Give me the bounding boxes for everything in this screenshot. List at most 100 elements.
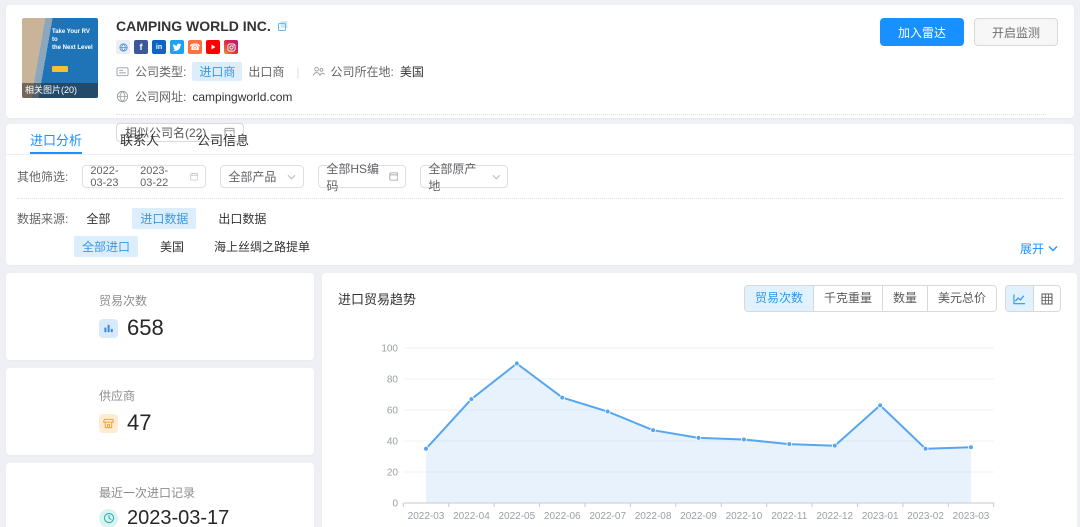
svg-text:0: 0 (392, 499, 398, 510)
clock-icon (99, 509, 118, 527)
header-divider (116, 114, 1046, 115)
hs-code-select[interactable]: 全部HS编码 (318, 165, 406, 188)
date-start: 2022-03-23 (90, 165, 134, 189)
window-icon (389, 171, 399, 182)
location-icon (312, 65, 325, 78)
import-trend-card: 进口贸易趋势 贸易次数 千克重量 数量 美元总价 (322, 273, 1077, 527)
svg-text:2022-06: 2022-06 (544, 511, 581, 522)
svg-text:2022-08: 2022-08 (635, 511, 672, 522)
expand-label: 展开 (1020, 240, 1044, 257)
table-view-button[interactable] (1033, 286, 1060, 311)
twitter-icon[interactable] (170, 40, 184, 54)
data-source-label: 数据来源: (17, 210, 68, 227)
tab-contacts[interactable]: 联系人 (120, 124, 159, 154)
analysis-panel: 进口分析 联系人 公司信息 其他筛选: 2022-03-23 2023-03-2… (6, 124, 1074, 265)
trade-count-card: 贸易次数 658 (6, 273, 314, 360)
svg-text:2023-03: 2023-03 (953, 511, 990, 522)
metric-quantity[interactable]: 数量 (882, 286, 927, 311)
svg-text:40: 40 (387, 437, 399, 448)
svg-text:2022-11: 2022-11 (771, 511, 807, 522)
supplier-count-value: 47 (127, 410, 151, 436)
svg-text:2022-12: 2022-12 (816, 511, 853, 522)
sub-maritime-silk-road[interactable]: 海上丝绸之路提单 (206, 236, 318, 257)
svg-text:100: 100 (381, 344, 398, 355)
last-import-value: 2023-03-17 (127, 507, 229, 527)
exporter-option[interactable]: 出口商 (248, 63, 284, 80)
data-source-import[interactable]: 进口数据 (132, 208, 196, 229)
data-source-subrow: 全部进口 美国 海上丝绸之路提单 (74, 236, 1063, 257)
chevron-down-icon (1048, 245, 1058, 252)
metric-toggle-group: 贸易次数 千克重量 数量 美元总价 (744, 285, 997, 312)
svg-text:2022-05: 2022-05 (498, 511, 535, 522)
date-end: 2023-03-22 (140, 165, 184, 189)
related-images-caption[interactable]: 相关图片(20) (22, 83, 98, 98)
company-type-label: 公司类型: (135, 63, 186, 80)
trade-count-value: 658 (127, 315, 164, 341)
metric-kg-weight[interactable]: 千克重量 (813, 286, 882, 311)
svg-text:2022-03: 2022-03 (408, 511, 445, 522)
trade-count-label: 贸易次数 (99, 292, 314, 309)
ad-line2: the Next Level (52, 45, 93, 51)
start-monitoring-button[interactable]: 开启监测 (974, 18, 1058, 46)
location-value: 美国 (400, 63, 424, 80)
instagram-icon[interactable] (224, 40, 238, 54)
chevron-down-icon (287, 174, 296, 180)
svg-text:2022-09: 2022-09 (680, 511, 717, 522)
copy-icon[interactable] (277, 20, 289, 32)
phone-icon[interactable]: ☎ (188, 40, 202, 54)
importer-badge[interactable]: 进口商 (192, 62, 242, 81)
company-name: CAMPING WORLD INC. (116, 18, 271, 34)
date-range-picker[interactable]: 2022-03-23 2023-03-22 (82, 165, 206, 188)
svg-text:2022-07: 2022-07 (589, 511, 626, 522)
location-label: 公司所在地: (331, 63, 394, 80)
youtube-icon[interactable] (206, 40, 220, 54)
website-label: 公司网址: (135, 88, 186, 105)
supplier-count-label: 供应商 (99, 387, 314, 404)
svg-text:80: 80 (387, 375, 399, 386)
expand-toggle[interactable]: 展开 (1020, 240, 1058, 257)
line-chart-view-button[interactable] (1006, 286, 1033, 311)
website-row: 公司网址: campingworld.com (116, 88, 1046, 105)
product-select-value: 全部产品 (228, 168, 276, 185)
company-meta-row: 公司类型: 进口商 出口商 | 公司所在地: 美国 (116, 62, 1046, 81)
data-source-export[interactable]: 出口数据 (210, 208, 274, 229)
view-toggle-group (1005, 285, 1061, 312)
data-source-section: 数据来源: 全部 进口数据 出口数据 全部进口 美国 海上丝绸之路提单 展开 (6, 208, 1074, 257)
website-value[interactable]: campingworld.com (192, 90, 292, 104)
ad-button-shape (52, 66, 68, 72)
svg-text:2022-04: 2022-04 (453, 511, 490, 522)
company-header-card: Take Your RV to the Next Level 相关图片(20) … (6, 5, 1074, 118)
hs-code-value: 全部HS编码 (326, 160, 382, 194)
stats-column: 贸易次数 658 供应商 47 最近一次进口记录 (6, 273, 314, 527)
import-trend-chart[interactable]: 0 20 40 60 80 100 2022-03 2022-04 2022-05 2022-06… (338, 322, 1061, 527)
svg-text:2022-10: 2022-10 (726, 511, 763, 522)
linkedin-icon[interactable]: in (152, 40, 166, 54)
last-import-label: 最近一次进口记录 (99, 484, 314, 501)
store-icon (99, 414, 118, 433)
sub-usa[interactable]: 美国 (152, 236, 192, 257)
calendar-icon (190, 171, 199, 182)
website-icon[interactable] (116, 40, 130, 54)
tab-company-info[interactable]: 公司信息 (197, 124, 249, 154)
table-icon (1041, 293, 1053, 305)
tab-import-analysis[interactable]: 进口分析 (30, 124, 82, 154)
data-source-all[interactable]: 全部 (78, 208, 118, 229)
facebook-icon[interactable]: f (134, 40, 148, 54)
line-chart-icon (1013, 293, 1026, 305)
svg-text:60: 60 (387, 406, 399, 417)
meta-divider: | (296, 65, 299, 79)
company-image[interactable]: Take Your RV to the Next Level 相关图片(20) (22, 18, 98, 98)
svg-text:2023-01: 2023-01 (862, 511, 899, 522)
origin-select[interactable]: 全部原产地 (420, 165, 508, 188)
chart-title: 进口贸易趋势 (338, 289, 416, 308)
origin-select-value: 全部原产地 (428, 160, 485, 194)
bar-chart-icon (99, 319, 118, 338)
metric-trade-count[interactable]: 贸易次数 (745, 286, 813, 311)
last-import-card: 最近一次进口记录 2023-03-17 (6, 463, 314, 527)
svg-text:20: 20 (387, 468, 399, 479)
sub-all-import[interactable]: 全部进口 (74, 236, 138, 257)
add-to-radar-button[interactable]: 加入雷达 (880, 18, 964, 46)
metric-usd-total[interactable]: 美元总价 (927, 286, 996, 311)
other-filters-label: 其他筛选: (17, 168, 68, 185)
product-select[interactable]: 全部产品 (220, 165, 304, 188)
